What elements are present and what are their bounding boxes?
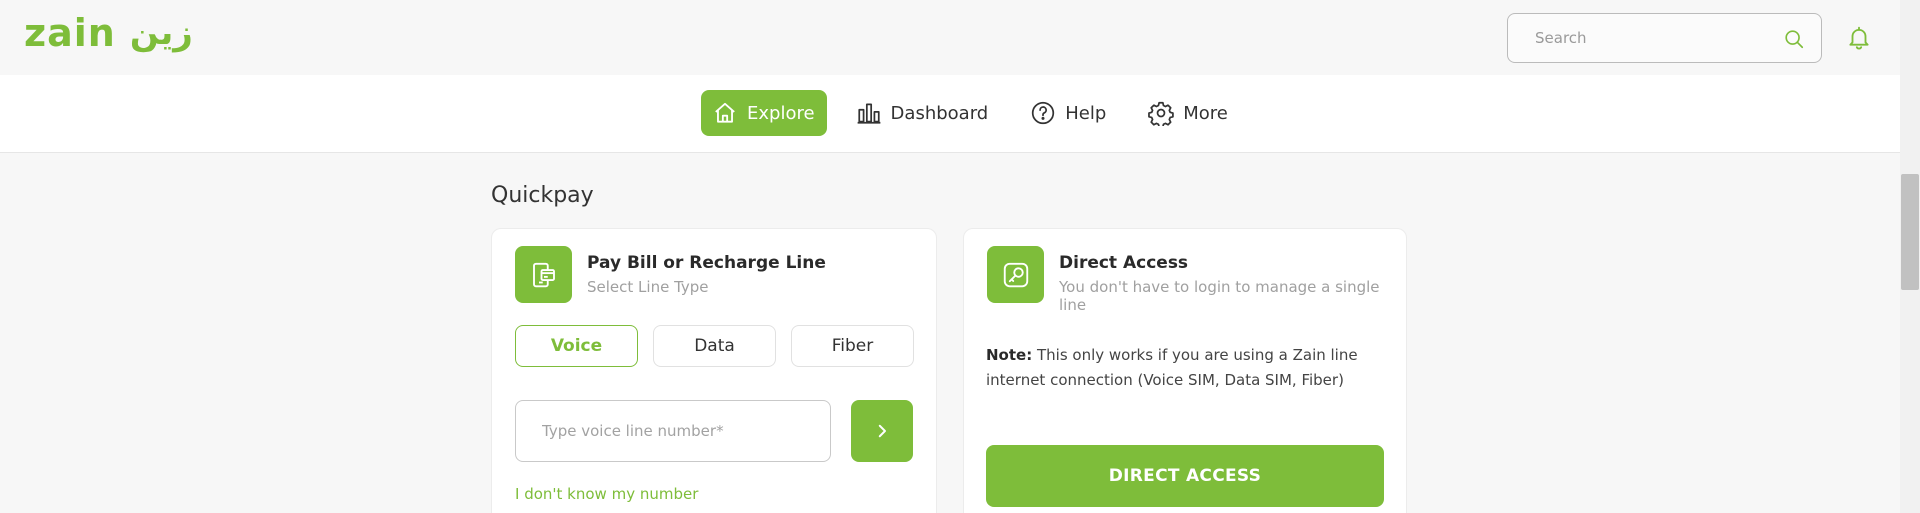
- nav-item-label: Explore: [747, 102, 815, 124]
- page-scrollbar[interactable]: [1900, 0, 1920, 513]
- line-type-fiber[interactable]: Fiber: [791, 325, 914, 367]
- nav-item-explore[interactable]: Explore: [701, 90, 827, 136]
- gear-icon: [1148, 101, 1175, 126]
- logo-latin-text: zain: [24, 11, 116, 55]
- nav-items: Explore Dashboard Help More: [701, 90, 1241, 136]
- search-input[interactable]: [1509, 15, 1769, 61]
- card-subtitle: Select Line Type: [587, 278, 709, 296]
- bill-icon: [532, 262, 555, 287]
- bar-chart-icon: [857, 103, 880, 124]
- note-text: This only works if you are using a Zain …: [986, 346, 1358, 389]
- nav-item-label: Dashboard: [890, 102, 989, 124]
- logo-arabic-text: زين: [129, 13, 193, 53]
- line-type-voice[interactable]: Voice: [515, 325, 638, 367]
- card-title: Pay Bill or Recharge Line: [587, 253, 826, 273]
- bell-icon[interactable]: [1846, 25, 1872, 51]
- card-icon-box: [987, 246, 1044, 303]
- search-box: [1507, 13, 1822, 63]
- card-icon-box: [515, 246, 572, 303]
- key-icon: [1003, 262, 1028, 287]
- note-label: Note:: [986, 346, 1033, 364]
- line-number-input[interactable]: [515, 400, 831, 462]
- pay-bill-card: Pay Bill or Recharge Line Select Line Ty…: [491, 228, 937, 513]
- direct-access-card: Direct Access You don't have to login to…: [963, 228, 1407, 513]
- scrollbar-thumb[interactable]: [1901, 174, 1919, 290]
- quickpay-title: Quickpay: [491, 183, 594, 208]
- direct-access-button[interactable]: DIRECT ACCESS: [986, 445, 1384, 507]
- card-subtitle: You don't have to login to manage a sing…: [1059, 278, 1380, 314]
- nav-item-label: More: [1183, 102, 1228, 124]
- submit-line-number-button[interactable]: [851, 400, 913, 462]
- line-type-data[interactable]: Data: [653, 325, 776, 367]
- top-bar: zain زين: [0, 0, 1900, 75]
- direct-access-note: Note: This only works if you are using a…: [986, 343, 1386, 393]
- home-icon: [715, 102, 735, 123]
- search-icon[interactable]: [1783, 28, 1805, 50]
- line-type-selector: Voice Data Fiber: [515, 325, 914, 367]
- nav-item-dashboard[interactable]: Dashboard: [843, 90, 1002, 136]
- nav-item-help[interactable]: Help: [1017, 90, 1119, 136]
- card-title: Direct Access: [1059, 253, 1189, 273]
- nav-item-label: Help: [1065, 102, 1107, 124]
- nav-item-more[interactable]: More: [1135, 90, 1241, 136]
- question-icon: [1032, 101, 1055, 125]
- chevron-right-icon: [878, 424, 886, 438]
- main-nav: Explore Dashboard Help More: [0, 75, 1900, 153]
- dont-know-number-link[interactable]: I don't know my number: [515, 485, 698, 503]
- zain-logo[interactable]: zain زين: [24, 14, 193, 52]
